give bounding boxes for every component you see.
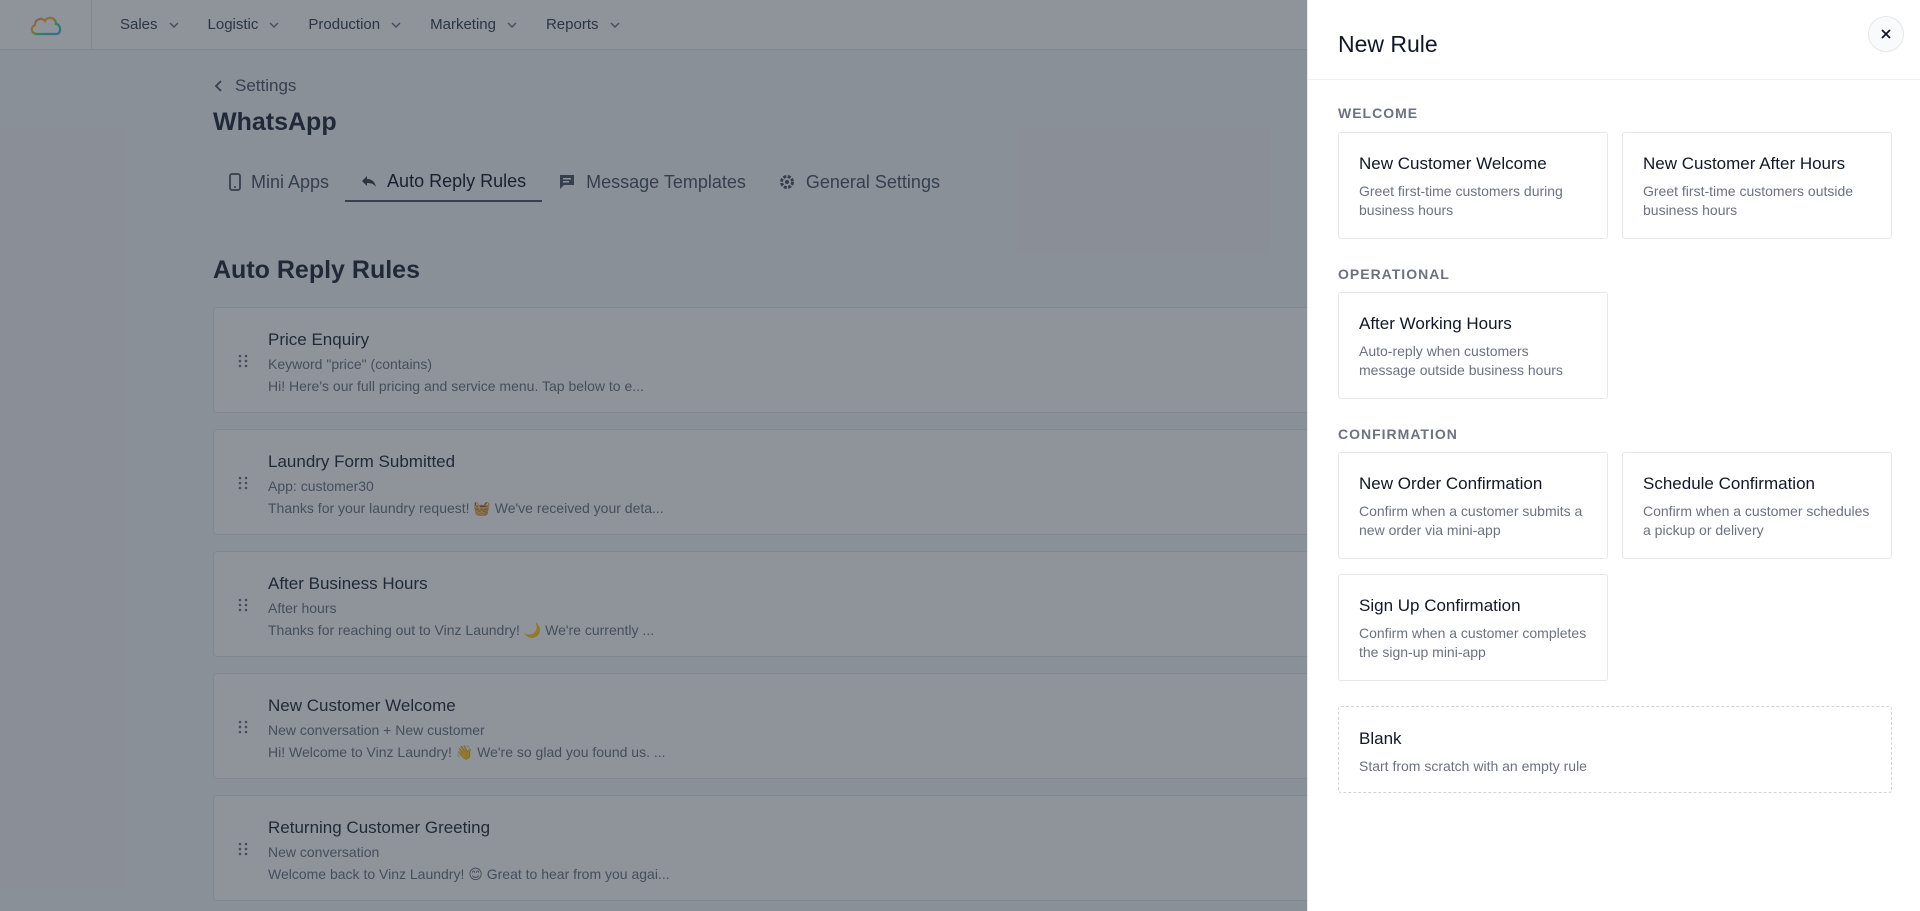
template-name: New Order Confirmation <box>1359 474 1543 493</box>
template-desc: Start from scratch with an empty rule <box>1359 758 1587 774</box>
template-after-working-hours[interactable]: After Working Hours Auto-reply when cust… <box>1338 292 1608 399</box>
template-desc: Confirm when a customer submits a new or… <box>1359 503 1583 538</box>
template-blank[interactable]: Blank Start from scratch with an empty r… <box>1338 706 1892 793</box>
drawer-title: New Rule <box>1338 31 1438 57</box>
group-label-confirmation: CONFIRMATION <box>1338 426 1458 442</box>
template-name: New Customer Welcome <box>1359 154 1547 173</box>
drawer-header: New Rule <box>1308 0 1920 80</box>
group-label-operational: OPERATIONAL <box>1338 266 1450 282</box>
template-name: New Customer After Hours <box>1643 154 1846 173</box>
template-desc: Auto-reply when customers message outsid… <box>1359 343 1563 378</box>
template-new-order-confirmation[interactable]: New Order Confirmation Confirm when a cu… <box>1338 452 1608 559</box>
template-new-customer-welcome[interactable]: New Customer Welcome Greet first-time cu… <box>1338 132 1608 239</box>
close-button[interactable] <box>1868 16 1904 52</box>
template-desc: Confirm when a customer completes the si… <box>1359 625 1587 660</box>
group-label-welcome: WELCOME <box>1338 105 1419 121</box>
template-name: Sign Up Confirmation <box>1359 596 1521 615</box>
template-new-customer-after-hours[interactable]: New Customer After Hours Greet first-tim… <box>1622 132 1892 239</box>
close-icon <box>1881 29 1891 39</box>
new-rule-drawer: New Rule WELCOME New Customer Welcome Gr… <box>1307 0 1920 911</box>
template-name: Blank <box>1359 729 1402 748</box>
template-name: Schedule Confirmation <box>1643 474 1815 493</box>
template-desc: Confirm when a customer schedules a pick… <box>1643 503 1870 538</box>
template-desc: Greet first-time customers outside busin… <box>1643 183 1854 218</box>
template-schedule-confirmation[interactable]: Schedule Confirmation Confirm when a cus… <box>1622 452 1892 559</box>
template-sign-up-confirmation[interactable]: Sign Up Confirmation Confirm when a cust… <box>1338 574 1608 681</box>
template-name: After Working Hours <box>1359 314 1512 333</box>
template-desc: Greet first-time customers during busine… <box>1359 183 1563 218</box>
